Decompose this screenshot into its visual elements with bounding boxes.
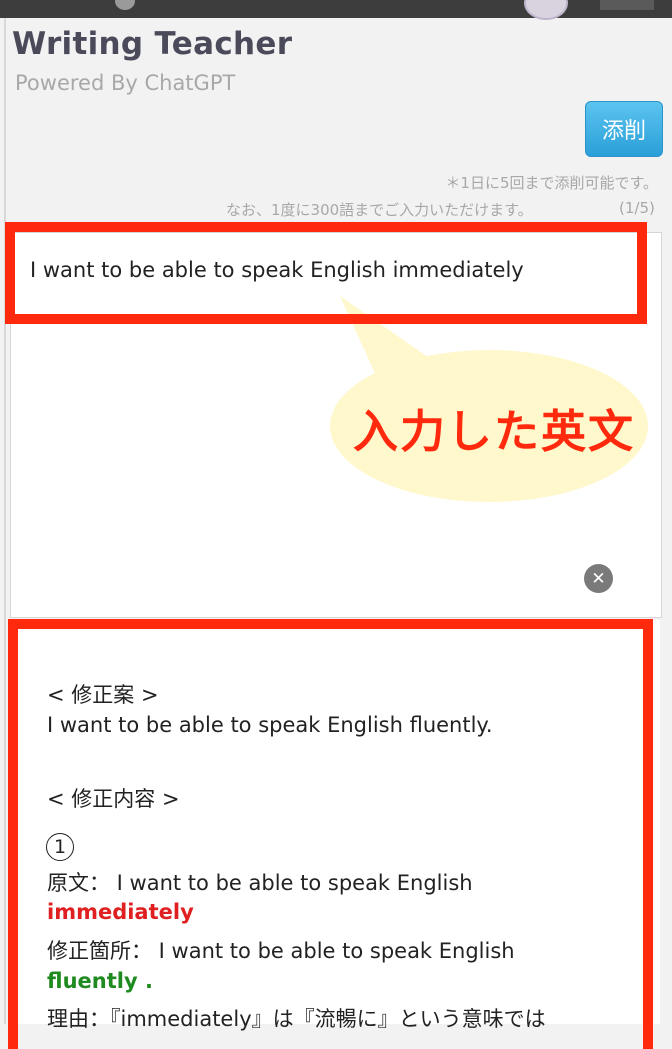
page-border bbox=[4, 18, 6, 1024]
corrected-highlight: fluently . bbox=[47, 969, 153, 993]
original-label: 原文： I want to be able to speak English bbox=[47, 871, 473, 895]
usage-counter: (1/5) bbox=[619, 199, 655, 217]
daily-limit-note: ＊1日に5回まで添削可能です。 bbox=[445, 174, 658, 192]
item-number: 1 bbox=[46, 833, 74, 861]
suggestion-heading: < 修正案 > bbox=[47, 683, 159, 707]
suggestion-text: I want to be able to speak English fluen… bbox=[47, 713, 493, 737]
reason-text: 理由：『immediately』は『流暢に』という意味では bbox=[47, 1007, 546, 1031]
input-highlight-frame bbox=[5, 222, 647, 324]
close-circle-icon[interactable]: ✕ bbox=[584, 564, 613, 593]
annotation-label: 入力した英文 bbox=[353, 405, 636, 458]
details-heading: < 修正内容 > bbox=[47, 787, 180, 811]
word-limit-note: なお、1度に300語までご入力いただけます。 bbox=[226, 201, 533, 219]
menu-button[interactable] bbox=[600, 0, 654, 10]
corrected-label: 修正箇所： I want to be able to speak English bbox=[47, 939, 515, 963]
original-highlight: immediately bbox=[47, 900, 194, 924]
avatar[interactable] bbox=[524, 0, 568, 20]
correct-button[interactable]: 添削 bbox=[585, 101, 663, 157]
status-icon bbox=[115, 0, 135, 10]
page-title: Writing Teacher bbox=[12, 26, 293, 62]
page-subtitle: Powered By ChatGPT bbox=[15, 71, 236, 95]
status-bar bbox=[0, 0, 672, 20]
